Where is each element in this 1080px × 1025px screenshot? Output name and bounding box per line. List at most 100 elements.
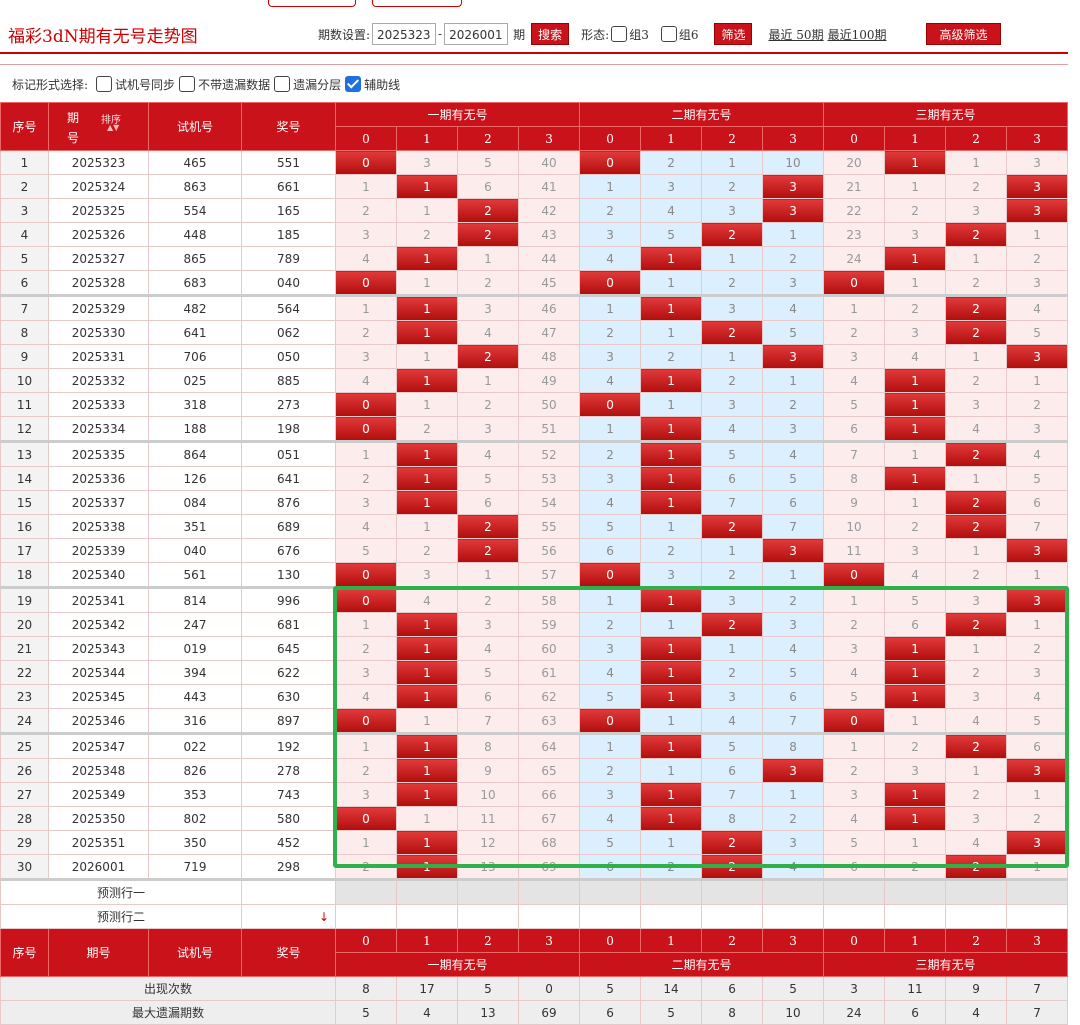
- row-issue: 2025335: [48, 441, 149, 467]
- trend-cell: 0: [335, 587, 397, 613]
- table-row: 2 2025324 863 661 1 1 6 41 1 3 2 3 21 1 2 3: [0, 174, 1069, 199]
- table-row: 30 2026001 719 298 2 1 13 69 6 2 2 4 6 2 2 1: [0, 854, 1069, 881]
- row-issue: 2025325: [48, 198, 149, 223]
- row-prize: 661: [241, 174, 336, 199]
- trend-cell: 46: [517, 295, 581, 321]
- trend-cell: 1: [884, 150, 947, 175]
- trend-cell: 7: [457, 708, 519, 735]
- trend-cell: 67: [517, 806, 581, 831]
- trend-cell: 62: [517, 684, 581, 709]
- table-row: 19 2025341 814 996 0 4 2 58 1 1 3 2 1 5 3 3: [0, 587, 1069, 613]
- no-miss-label: 不带遗漏数据: [198, 77, 271, 92]
- predict-row-2-cell[interactable]: [457, 904, 519, 929]
- trend-cell: 1: [396, 368, 458, 393]
- trend-cell: 5: [823, 684, 886, 709]
- predict-row-2-cell[interactable]: [823, 904, 886, 929]
- stats-value: 14: [640, 976, 703, 1001]
- trend-cell: 1: [396, 490, 458, 515]
- zu3-checkbox[interactable]: [611, 26, 628, 42]
- header-issue[interactable]: 期 号 排序 ▲▼: [48, 102, 149, 151]
- trend-cell: 4: [579, 660, 642, 685]
- predict-row-2-cell[interactable]: [517, 904, 581, 929]
- recent-50-link[interactable]: 最近 50期: [768, 26, 823, 43]
- row-prize: 681: [241, 612, 336, 637]
- trend-cell: 2: [945, 660, 1008, 685]
- row-prize: 551: [241, 150, 336, 175]
- row-seq: 7: [0, 295, 49, 321]
- predict-row-1-cell[interactable]: [884, 879, 947, 905]
- filter-button[interactable]: 筛选: [714, 23, 753, 45]
- trend-cell: 1: [396, 441, 458, 467]
- trial-sync-checkbox[interactable]: [96, 76, 113, 92]
- trend-cell: 0: [579, 562, 642, 589]
- advanced-filter-button[interactable]: 高级筛选: [926, 23, 1001, 45]
- miss-layer-checkbox[interactable]: [274, 76, 291, 92]
- trend-cell: 1: [701, 636, 764, 661]
- stats-label: 出现次数: [0, 976, 336, 1001]
- table-body: 1 2025323 465 551 0 3 5 40 0 2 1 10 20 1 1 3 2 2025324 863…: [0, 150, 1069, 1025]
- table-row: 18 2025340 561 130 0 3 1 57 0 3 2 1 0 4 2 1: [0, 562, 1069, 589]
- row-issue: 2025343: [48, 636, 149, 661]
- mark-option-trial-sync[interactable]: 试机号同步: [96, 76, 175, 93]
- sub-header-5: 1: [640, 126, 703, 151]
- predict-row-1-cell[interactable]: [701, 879, 764, 905]
- period-from-input[interactable]: 2025323: [372, 23, 437, 45]
- trend-cell: 4: [1006, 295, 1069, 321]
- recent-100-link[interactable]: 最近100期: [828, 26, 887, 43]
- row-trial: 353: [148, 782, 242, 807]
- no-miss-checkbox[interactable]: [179, 76, 196, 92]
- trend-cell: 3: [1006, 416, 1069, 443]
- trend-cell: 3: [335, 222, 397, 247]
- trend-cell: 3: [945, 684, 1008, 709]
- stats-value: 69: [517, 1000, 581, 1025]
- stats-row: 出现次数 8 17 5 0 5 14 6 5 3 11 9 7: [0, 976, 1069, 1001]
- trend-cell: 1: [823, 587, 886, 613]
- trend-cell: 2: [701, 320, 764, 345]
- period-to-input[interactable]: 2026001: [444, 23, 509, 45]
- search-button[interactable]: 搜索: [531, 23, 570, 45]
- trend-cell: 1: [945, 150, 1008, 175]
- predict-row-2-cell[interactable]: [335, 904, 397, 929]
- predict-row-1-cell[interactable]: [762, 879, 825, 905]
- predict-row-2-cell[interactable]: [945, 904, 1008, 929]
- trend-cell: 1: [396, 806, 458, 831]
- predict-row-2-cell[interactable]: [701, 904, 764, 929]
- trend-cell: 3: [579, 466, 642, 491]
- trend-cell: 1: [884, 708, 947, 735]
- row-trial: 394: [148, 660, 242, 685]
- table-row: 11 2025333 318 273 0 1 2 50 0 1 3 2 5 1 3 2: [0, 392, 1069, 417]
- footer-sub-header-0: 0: [335, 928, 397, 953]
- predict-row-1-cell[interactable]: [945, 879, 1008, 905]
- predict-row-2-cell[interactable]: [884, 904, 947, 929]
- trend-cell: 2: [457, 270, 519, 297]
- mark-option-miss-layer[interactable]: 遗漏分层: [274, 76, 341, 93]
- mark-option-no-miss[interactable]: 不带遗漏数据: [179, 76, 270, 93]
- footer-header-row: 序号 期号 试机号 奖号 0 1 2 3 0 1 2 3 0 1 2 3: [0, 928, 1069, 977]
- predict-row-1-cell[interactable]: [823, 879, 886, 905]
- predict-row-1-cell[interactable]: [579, 879, 642, 905]
- predict-row-1-cell[interactable]: [396, 879, 458, 905]
- predict-row-2-cell[interactable]: [762, 904, 825, 929]
- aux-line-checkbox[interactable]: [345, 76, 362, 92]
- trend-cell: 1: [762, 782, 825, 807]
- predict-row-2-cell[interactable]: [396, 904, 458, 929]
- row-seq: 23: [0, 684, 49, 709]
- predict-row-2-cell[interactable]: [640, 904, 703, 929]
- trend-cell: 4: [335, 514, 397, 539]
- trend-cell: 2: [945, 782, 1008, 807]
- row-trial: 084: [148, 490, 242, 515]
- stats-value: 5: [457, 976, 519, 1001]
- predict-row-2-cell[interactable]: [1006, 904, 1069, 929]
- row-prize: 897: [241, 708, 336, 735]
- predict-row-1-cell[interactable]: [335, 879, 397, 905]
- predict-row-1-cell[interactable]: [1006, 879, 1069, 905]
- mark-option-aux-line[interactable]: 辅助线: [345, 76, 400, 93]
- predict-row-2-cell[interactable]: [579, 904, 642, 929]
- predict-row-1-cell[interactable]: [640, 879, 703, 905]
- row-issue: 2025331: [48, 344, 149, 369]
- predict-row-1-cell[interactable]: [517, 879, 581, 905]
- predict-row-1-cell[interactable]: [457, 879, 519, 905]
- trend-cell: 1: [640, 490, 703, 515]
- zu6-checkbox[interactable]: [660, 26, 677, 42]
- sort-arrows-icon[interactable]: ▲▼: [107, 123, 119, 132]
